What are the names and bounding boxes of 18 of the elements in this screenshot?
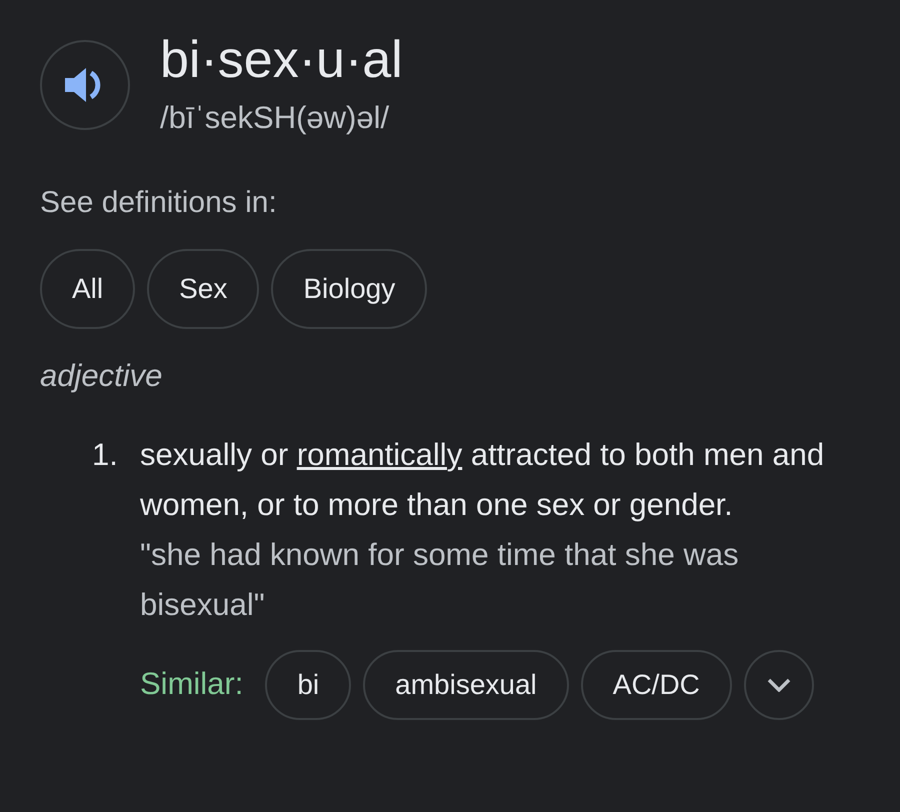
filter-chip[interactable]: Sex <box>147 249 260 329</box>
part-of-speech: adjective <box>40 358 162 393</box>
definition-text: sexually or romantically attracted to both men and women, or to more than one sex or gender. <box>140 436 826 524</box>
speaker-button[interactable] <box>40 40 130 130</box>
headword: bi·sex·u·al <box>160 30 403 90</box>
similar-label: Similar: <box>140 665 244 704</box>
sense-number: 1. <box>92 436 119 474</box>
synonym-chip[interactable]: ambisexual <box>363 650 569 720</box>
pronunciation: /bīˈsekSH(əw)əl/ <box>160 99 390 137</box>
chevron-down-icon <box>766 678 791 692</box>
synonym-chip[interactable]: bi <box>265 650 352 720</box>
expand-button[interactable] <box>744 650 814 720</box>
filter-chip[interactable]: Biology <box>271 249 428 329</box>
see-definitions-label: See definitions in: <box>40 186 277 219</box>
example-text: "she had known for some time that she was bisexual" <box>140 536 740 624</box>
filter-chip[interactable]: All <box>40 249 136 329</box>
synonym-chip[interactable]: AC/DC <box>580 650 732 720</box>
definition-link[interactable]: romantically <box>296 436 462 472</box>
